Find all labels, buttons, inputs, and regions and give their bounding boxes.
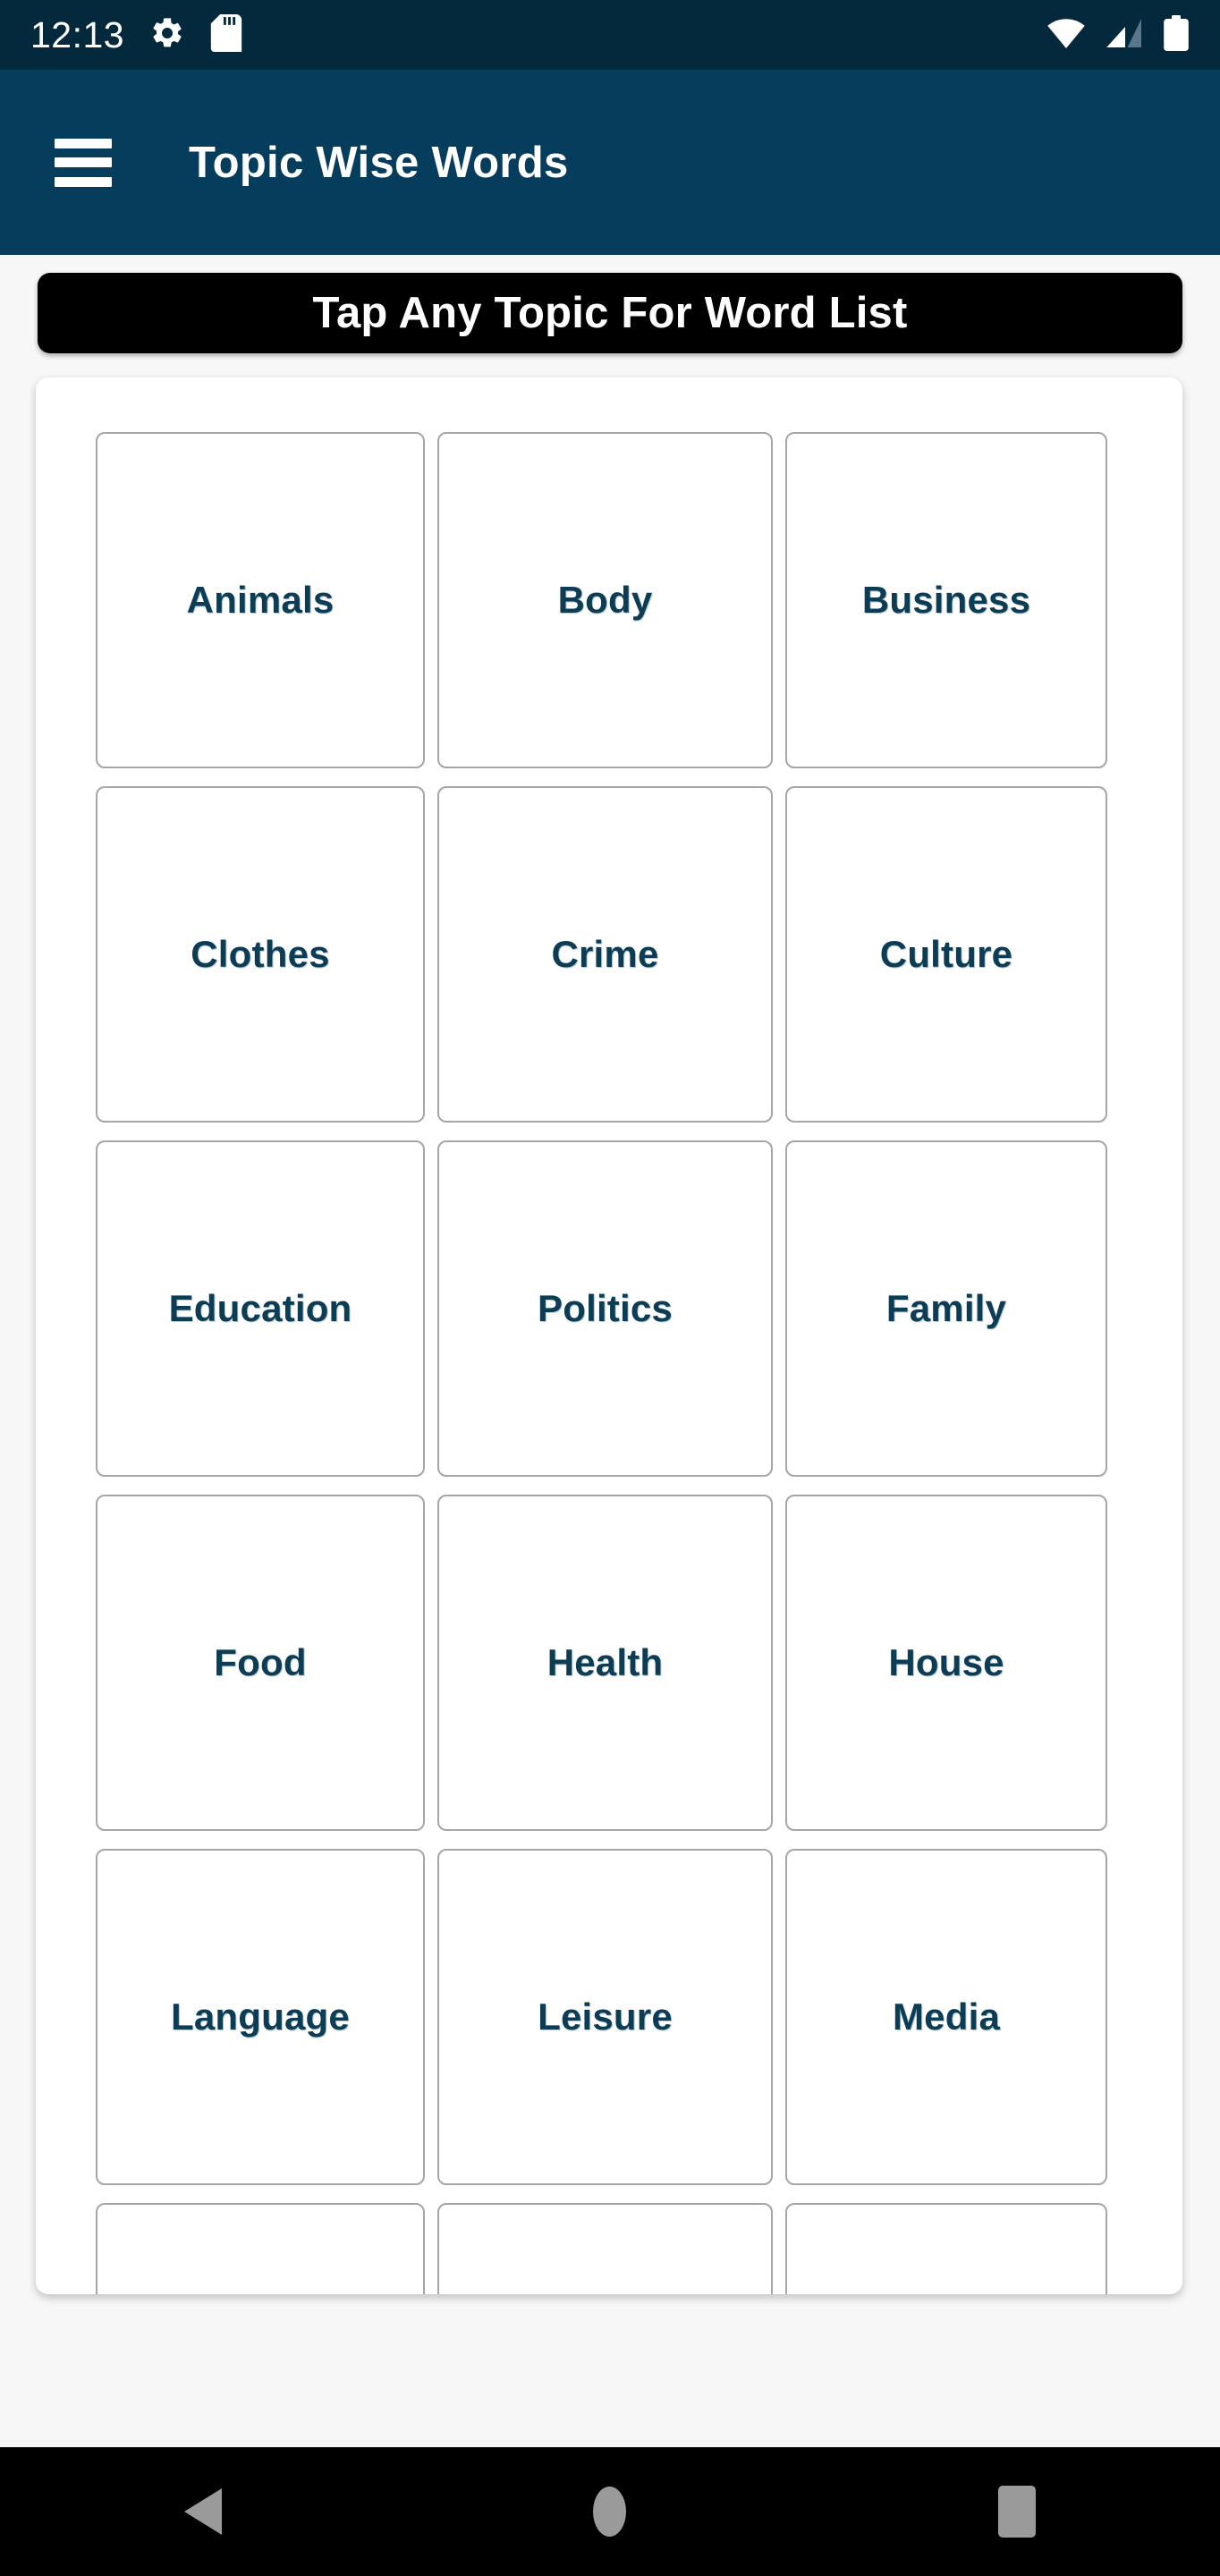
topic-button[interactable]: Education: [96, 1140, 425, 1477]
topic-button[interactable]: Language: [96, 1849, 425, 2185]
topic-label: Education: [168, 1287, 352, 1329]
topic-cell: Culture: [779, 786, 1114, 1123]
topic-cell: Business: [779, 432, 1114, 768]
topic-label: Food: [214, 1641, 307, 1683]
topic-button[interactable]: Clothes: [96, 786, 425, 1123]
topic-cell: Animals: [89, 432, 431, 768]
topic-button[interactable]: Leisure: [437, 1849, 773, 2185]
wifi-icon: [1046, 18, 1086, 53]
topic-button[interactable]: Animals: [96, 432, 425, 768]
recents-square-icon: [997, 2486, 1036, 2538]
instruction-banner: Tap Any Topic For Word List: [38, 273, 1182, 353]
app-bar: Topic Wise Words: [0, 70, 1220, 255]
status-bar: 12:13: [0, 0, 1220, 70]
instruction-banner-text: Tap Any Topic For Word List: [312, 289, 908, 337]
topic-button[interactable]: [785, 2203, 1107, 2294]
topic-label: Family: [885, 1287, 1007, 1329]
topic-label: Culture: [879, 933, 1013, 975]
topic-button[interactable]: Family: [785, 1140, 1107, 1477]
topic-button[interactable]: [437, 2203, 773, 2294]
topic-button[interactable]: Food: [96, 1495, 425, 1831]
topic-label: House: [888, 1641, 1004, 1683]
topic-cell: Health: [431, 1495, 779, 1831]
topic-cell: [431, 2203, 779, 2294]
page-title: Topic Wise Words: [189, 138, 569, 187]
hamburger-bar-1: [55, 138, 112, 148]
sd-card-icon: [210, 13, 242, 56]
topic-cell: House: [779, 1495, 1114, 1831]
hamburger-bar-2: [55, 157, 112, 167]
home-circle-icon: [593, 2487, 627, 2537]
topic-cell: [779, 2203, 1114, 2294]
topic-cell: Crime: [431, 786, 779, 1123]
system-navigation-bar: [0, 2447, 1220, 2576]
topic-button[interactable]: Business: [785, 432, 1107, 768]
topic-label: Politics: [538, 1287, 673, 1329]
topic-button[interactable]: Media: [785, 1849, 1107, 2185]
hamburger-bar-3: [55, 176, 112, 187]
topics-grid: Animals Body Business Clothes Crime Culture Ed…: [89, 432, 1129, 2294]
phone-screen: 12:13 Topic Wise Words Tap Any Topic For…: [0, 0, 1220, 2576]
status-bar-left: 12:13: [30, 13, 242, 56]
topic-cell: [89, 2203, 431, 2294]
cellular-signal-icon: [1106, 18, 1143, 53]
topic-button[interactable]: House: [785, 1495, 1107, 1831]
topic-label: Body: [557, 579, 653, 621]
topic-label: Media: [892, 1996, 1001, 2038]
battery-icon: [1163, 14, 1190, 55]
hamburger-menu-icon[interactable]: [55, 138, 112, 187]
topic-cell: Clothes: [89, 786, 431, 1123]
topic-cell: Education: [89, 1140, 431, 1477]
topic-button[interactable]: Culture: [785, 786, 1107, 1123]
topic-cell: Leisure: [431, 1849, 779, 2185]
topic-cell: Language: [89, 1849, 431, 2185]
topic-label: Leisure: [538, 1996, 673, 2038]
topic-button[interactable]: Politics: [437, 1140, 773, 1477]
back-triangle-icon: [184, 2488, 223, 2535]
status-bar-right: [1046, 14, 1190, 55]
recents-button[interactable]: [945, 2447, 1089, 2576]
topic-cell: Food: [89, 1495, 431, 1831]
topic-label: Language: [171, 1996, 350, 2038]
topic-button[interactable]: Health: [437, 1495, 773, 1831]
topic-cell: Body: [431, 432, 779, 768]
topic-cell: Family: [779, 1140, 1114, 1477]
back-button[interactable]: [131, 2447, 275, 2576]
topic-cell: Politics: [431, 1140, 779, 1477]
topic-label: Clothes: [191, 933, 330, 975]
topic-button[interactable]: Crime: [437, 786, 773, 1123]
home-button[interactable]: [538, 2447, 682, 2576]
topic-button[interactable]: Body: [437, 432, 773, 768]
topics-scroll-container[interactable]: Animals Body Business Clothes Crime Culture Ed…: [36, 377, 1182, 2294]
status-clock: 12:13: [30, 13, 125, 55]
topic-label: Business: [861, 579, 1031, 621]
topic-label: Crime: [551, 933, 659, 975]
topic-cell: Media: [779, 1849, 1114, 2185]
settings-gear-icon: [149, 15, 185, 55]
topic-button[interactable]: [96, 2203, 425, 2294]
topic-label: Animals: [186, 579, 335, 621]
topic-label: Health: [546, 1641, 664, 1683]
